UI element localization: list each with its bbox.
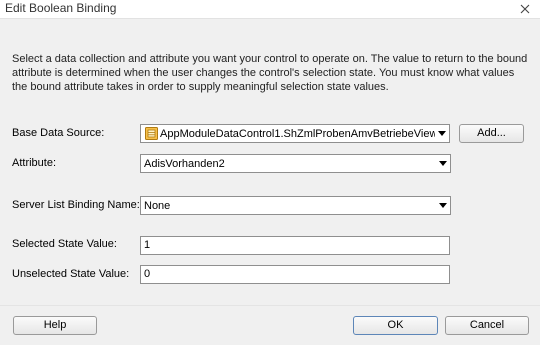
description-text: Select a data collection and attribute y… xyxy=(12,53,528,93)
dialog-title: Edit Boolean Binding xyxy=(5,1,117,15)
attribute-value: AdisVorhanden2 xyxy=(144,157,225,170)
data-collection-icon xyxy=(144,127,158,141)
dropdown-arrow-icon xyxy=(436,155,450,172)
edit-boolean-binding-dialog: Edit Boolean Binding Select a data colle… xyxy=(0,0,540,345)
selected-state-input[interactable]: 1 xyxy=(140,236,450,255)
close-icon xyxy=(520,4,530,14)
server-list-binding-label: Server List Binding Name: xyxy=(12,199,140,211)
title-bar: Edit Boolean Binding xyxy=(0,0,540,18)
dropdown-arrow-icon xyxy=(436,197,450,214)
attribute-label: Attribute: xyxy=(12,157,57,169)
server-list-binding-value: None xyxy=(144,199,171,212)
dropdown-arrow-icon xyxy=(435,125,449,142)
base-data-source-combo[interactable]: AppModuleDataControl1.ShZmlProbenAmvBetr… xyxy=(140,124,450,143)
base-data-source-value: AppModuleDataControl1.ShZmlProbenAmvBetr… xyxy=(160,127,435,140)
server-list-binding-combo[interactable]: None xyxy=(140,196,451,215)
attribute-combo[interactable]: AdisVorhanden2 xyxy=(140,154,451,173)
ok-button[interactable]: OK xyxy=(353,316,438,335)
button-bar-divider xyxy=(0,305,540,306)
title-divider xyxy=(0,18,540,19)
add-data-source-button[interactable]: Add... xyxy=(459,124,524,143)
unselected-state-input[interactable]: 0 xyxy=(140,265,450,284)
cancel-button[interactable]: Cancel xyxy=(445,316,529,335)
help-button[interactable]: Help xyxy=(13,316,97,335)
unselected-state-label: Unselected State Value: xyxy=(12,268,130,280)
selected-state-label: Selected State Value: xyxy=(12,238,117,250)
close-button[interactable] xyxy=(510,0,540,18)
base-data-source-label: Base Data Source: xyxy=(12,127,105,139)
